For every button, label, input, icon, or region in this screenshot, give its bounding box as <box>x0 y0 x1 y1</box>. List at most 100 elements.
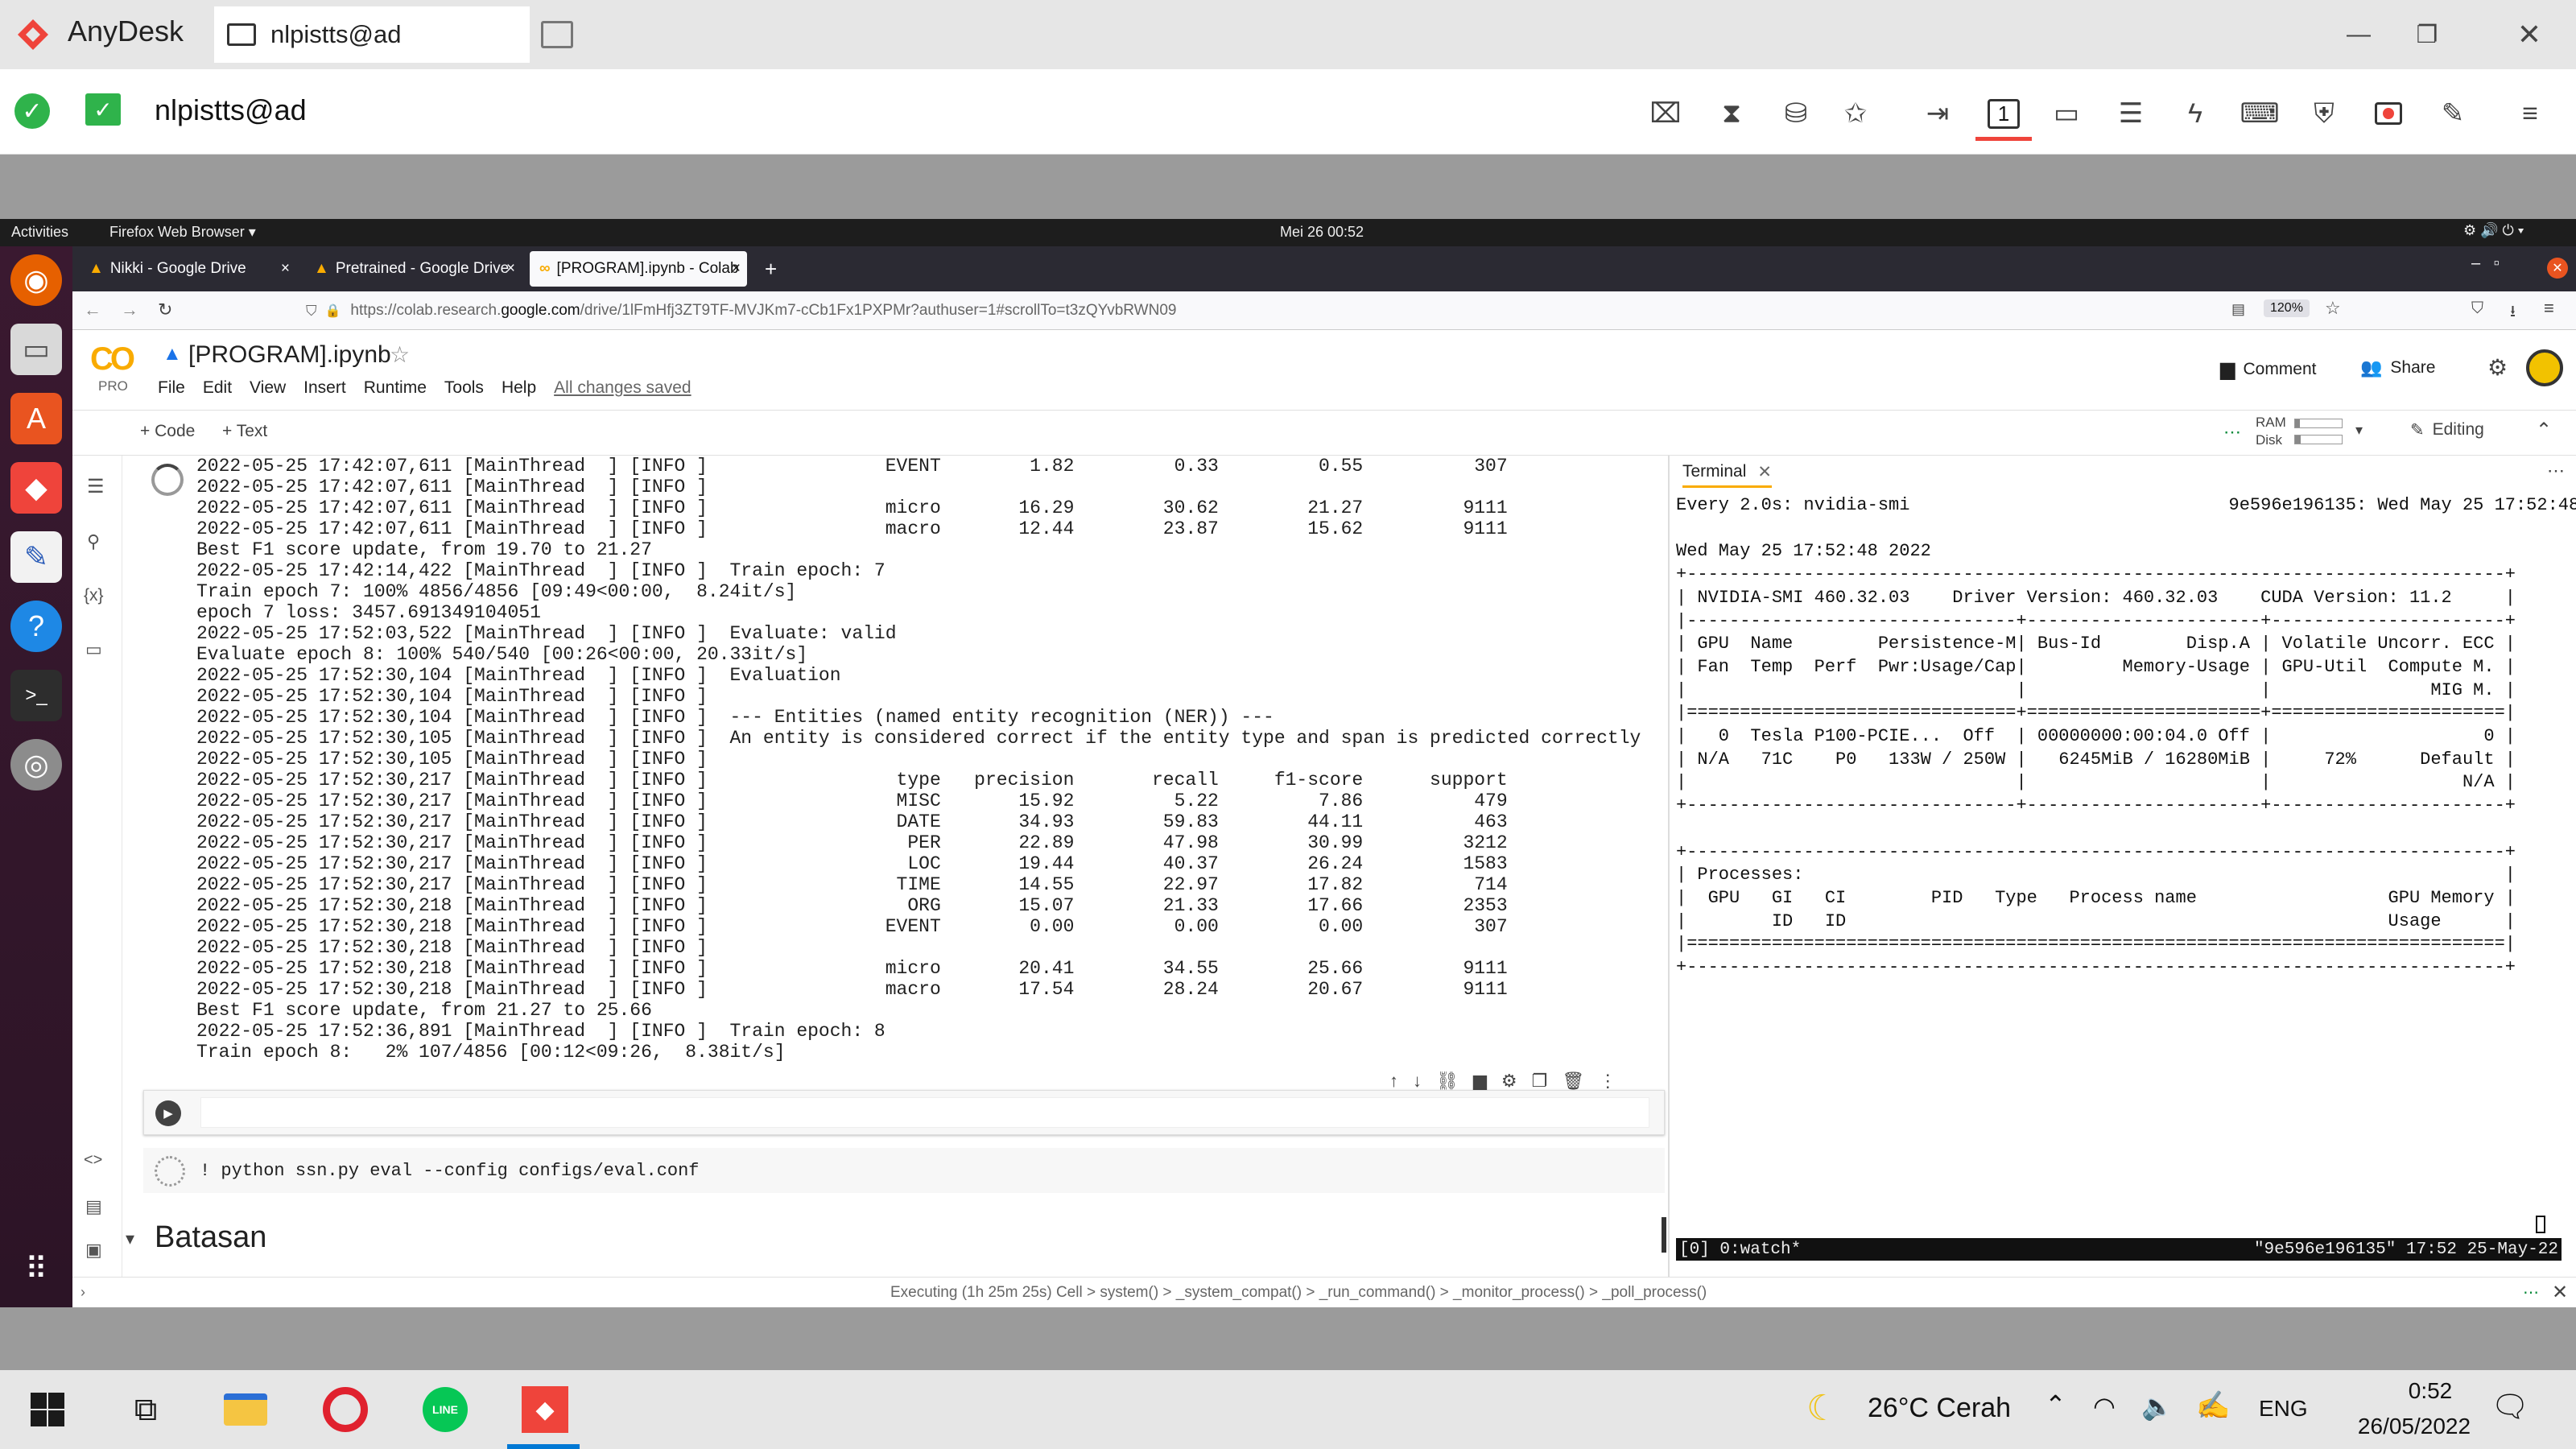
record-icon[interactable] <box>2370 95 2407 132</box>
terminal-tab[interactable]: Terminal ✕ <box>1682 462 1772 488</box>
queued-cell-icon[interactable] <box>155 1156 185 1187</box>
anydesk-taskbar-icon[interactable]: ◆ <box>518 1383 572 1436</box>
collapse-header-icon[interactable]: ⌃ <box>2536 419 2552 442</box>
wifi-icon[interactable]: ◠ <box>2093 1391 2116 1422</box>
comment-cell-icon[interactable]: ▆ <box>1473 1071 1487 1092</box>
empty-code-cell[interactable]: ▶ <box>143 1090 1665 1135</box>
notifications-icon[interactable]: 🗨 <box>2491 1389 2529 1425</box>
star-icon[interactable]: ✩ <box>1837 95 1874 132</box>
anydesk-session-tab[interactable]: nlpistts@ad <box>214 6 530 63</box>
resource-monitor[interactable]: RAM Disk <box>2256 414 2286 449</box>
line-app-icon[interactable]: LINE <box>419 1383 472 1436</box>
panel-resize-handle[interactable] <box>1662 1217 1666 1253</box>
menu-icon[interactable]: ≡ <box>2512 95 2549 132</box>
eval-command[interactable]: ! python ssn.py eval --config configs/ev… <box>200 1161 700 1181</box>
expand-status-icon[interactable]: › <box>80 1284 85 1301</box>
tray-chevron-icon[interactable]: ⌃ <box>2045 1389 2066 1420</box>
running-cell-spinner-icon[interactable] <box>151 464 184 496</box>
settings-gear-icon[interactable]: ⚙ <box>2487 354 2508 381</box>
status-dots-icon[interactable]: ⋯ <box>2523 1282 2539 1302</box>
reader-icon[interactable]: ▤ <box>2231 301 2245 318</box>
files-icon[interactable]: ▭ <box>10 324 62 375</box>
tab-close-icon[interactable]: × <box>732 260 741 278</box>
volume-icon[interactable]: 🔈 <box>2141 1391 2174 1422</box>
terminal-close-icon[interactable]: ✕ <box>1757 462 1772 482</box>
code-snippets-icon[interactable]: <> <box>84 1151 102 1170</box>
minimize-icon[interactable]: — <box>2334 14 2383 55</box>
status-close-icon[interactable]: ✕ <box>2552 1281 2568 1304</box>
files-folder-icon[interactable]: ▭ <box>85 639 102 660</box>
restore-icon[interactable]: ❐ <box>2403 14 2451 55</box>
delete-cell-icon[interactable]: 🗑 <box>1562 1071 1584 1092</box>
task-view-icon[interactable]: ⧉ <box>119 1383 172 1436</box>
avatar[interactable] <box>2526 349 2563 386</box>
mirror-cell-icon[interactable]: ❐ <box>1532 1071 1548 1092</box>
display-icon[interactable]: ▭ <box>2048 95 2085 132</box>
notebook-title[interactable]: [PROGRAM].ipynb <box>188 341 391 369</box>
comment-button[interactable]: ▆ Comment <box>2220 357 2317 381</box>
editing-mode-button[interactable]: ✎ Editing <box>2410 420 2484 440</box>
menu-file[interactable]: File <box>158 378 185 398</box>
cell-settings-icon[interactable]: ⚙ <box>1501 1071 1517 1092</box>
close-icon[interactable]: ✕ <box>2505 14 2553 55</box>
chat-icon[interactable]: ☰ <box>2112 95 2149 132</box>
tab-close-icon[interactable]: × <box>281 260 290 278</box>
terminal-output[interactable]: Every 2.0s: nvidia-smi 9e596e196135: Wed… <box>1676 494 2576 980</box>
firefox-menu-icon[interactable]: ≡ <box>2544 298 2554 319</box>
move-up-icon[interactable]: ↑ <box>1389 1071 1398 1092</box>
download-icon[interactable]: ⭳ <box>2510 299 2516 327</box>
link-icon[interactable]: ⛓ <box>1436 1071 1459 1092</box>
menu-tools[interactable]: Tools <box>444 378 484 398</box>
new-tab-button[interactable]: + <box>755 251 786 287</box>
panel-clock[interactable]: Mei 26 00:52 <box>1280 224 1364 241</box>
menu-runtime[interactable]: Runtime <box>364 378 427 398</box>
add-text-button[interactable]: + Text <box>222 422 267 441</box>
keyboard-icon[interactable]: ⌨ <box>2240 95 2279 132</box>
eval-code-cell[interactable]: ! python ssn.py eval --config configs/ev… <box>143 1148 1665 1193</box>
software-center-icon[interactable]: A <box>10 393 62 444</box>
terminal-more-icon[interactable]: ⋯ <box>2547 460 2565 481</box>
reload-icon[interactable]: ↻ <box>158 299 172 320</box>
language-indicator[interactable]: ENG <box>2259 1396 2308 1422</box>
database-icon[interactable]: ⛁ <box>1777 95 1814 132</box>
windows-start-icon[interactable] <box>21 1383 74 1436</box>
collapse-section-icon[interactable]: ▾ <box>126 1228 134 1249</box>
window-close-icon[interactable]: ✕ <box>2547 258 2568 279</box>
file-transfer-icon[interactable]: ⇥ <box>1919 95 1956 132</box>
search-icon[interactable]: ⚲ <box>87 531 100 552</box>
section-heading[interactable]: Batasan <box>155 1220 266 1255</box>
app-menu[interactable]: Firefox Web Browser ▾ <box>109 224 256 241</box>
anydesk-dock-icon[interactable]: ◆ <box>10 462 62 514</box>
weather-text[interactable]: 26°C Cerah <box>1868 1393 2011 1424</box>
bookmark-star-icon[interactable]: ☆ <box>2325 298 2341 319</box>
menu-view[interactable]: View <box>250 378 286 398</box>
firefox-icon[interactable]: ◉ <box>10 254 62 306</box>
tab-close-icon[interactable]: × <box>506 260 515 278</box>
help-icon[interactable]: ? <box>10 601 62 652</box>
colab-logo[interactable]: CO <box>90 341 135 378</box>
add-code-button[interactable]: + Code <box>140 422 195 441</box>
tab-pretrained-drive[interactable]: ▲ Pretrained - Google Drive × <box>304 251 522 287</box>
back-icon[interactable]: ← <box>84 299 101 320</box>
terminal-panel-icon[interactable]: ▣ <box>85 1240 102 1261</box>
star-notebook-icon[interactable]: ☆ <box>390 341 410 368</box>
more-options-icon[interactable]: ⋮ <box>1599 1071 1616 1092</box>
opera-icon[interactable] <box>319 1383 372 1436</box>
toc-icon[interactable]: ☰ <box>87 475 105 498</box>
execution-status[interactable]: Executing (1h 25m 25s) Cell > system() >… <box>890 1284 1707 1302</box>
actions-icon[interactable]: ϟ <box>2177 95 2214 132</box>
taskbar-date[interactable]: 26/05/2022 <box>2338 1414 2491 1439</box>
activities-button[interactable]: Activities <box>11 224 68 241</box>
url-bar[interactable]: ⛉ 🔒 https://colab.research. google.com/dr… <box>306 296 2431 325</box>
command-palette-icon[interactable]: ▤ <box>85 1196 102 1217</box>
forward-icon[interactable]: → <box>121 299 138 320</box>
hide-remote-cursor-icon[interactable]: ⌧ <box>1647 95 1684 132</box>
new-session-icon[interactable] <box>541 21 573 48</box>
save-status[interactable]: All changes saved <box>554 378 691 398</box>
zoom-indicator[interactable]: 120% <box>2264 299 2310 317</box>
variables-icon[interactable]: {x} <box>84 586 104 605</box>
system-tray-icon[interactable]: ⚙ 🔊 ⏻ ▾ <box>2463 222 2524 239</box>
pocket-icon[interactable]: ⛉ <box>2471 299 2483 318</box>
tab-nikki-drive[interactable]: ▲ Nikki - Google Drive × <box>79 251 296 287</box>
menu-help[interactable]: Help <box>502 378 536 398</box>
